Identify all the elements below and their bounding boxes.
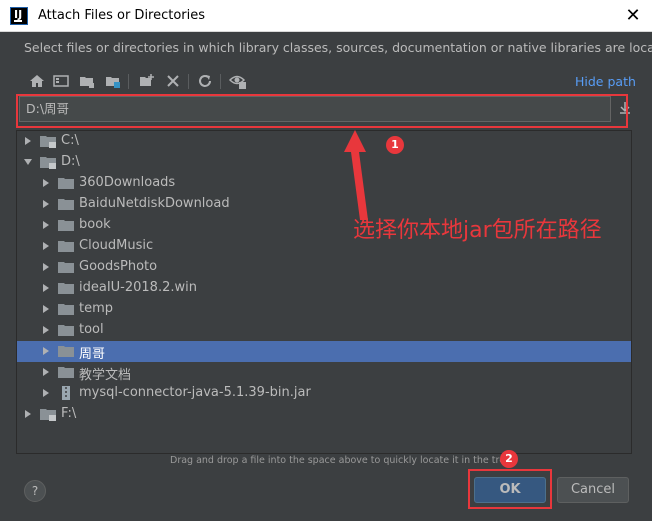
dialog-description: Select files or directories in which lib… (24, 40, 652, 55)
tree-drive-row[interactable]: C:\ (17, 131, 631, 152)
chevron-right-icon[interactable] (41, 283, 51, 293)
project-icon[interactable] (78, 72, 96, 90)
folder-icon (58, 220, 74, 231)
new-folder-icon[interactable] (138, 72, 156, 90)
tree-folder-row[interactable]: temp (17, 299, 631, 320)
tree-item-label: 360Downloads (79, 175, 176, 190)
chevron-down-icon[interactable] (23, 157, 33, 167)
folder-icon (58, 178, 74, 189)
toolbar-separator (128, 74, 129, 89)
tree-item-label: mysql-connector-java-5.1.39-bin.jar (79, 385, 311, 400)
module-icon[interactable] (104, 72, 122, 90)
cancel-button[interactable]: Cancel (557, 477, 629, 503)
drive-folder-icon (40, 157, 56, 169)
tree-item-label: F:\ (61, 406, 77, 421)
tree-item-label: book (79, 217, 111, 232)
chevron-right-icon[interactable] (41, 241, 51, 251)
chevron-right-icon[interactable] (41, 220, 51, 230)
folder-icon (58, 325, 74, 336)
tree-item-label: tool (79, 322, 104, 337)
drag-drop-hint: Drag and drop a file into the space abov… (170, 455, 511, 466)
annotation-text: 选择你本地jar包所在路径 (353, 218, 602, 243)
folder-icon (58, 241, 74, 252)
tree-drive-row[interactable]: D:\ (17, 152, 631, 173)
toolbar-separator (188, 74, 189, 89)
tree-item-label: CloudMusic (79, 238, 154, 253)
tree-folder-row[interactable]: 360Downloads (17, 173, 631, 194)
tree-item-label: temp (79, 301, 114, 316)
delete-icon[interactable] (164, 72, 182, 90)
chevron-right-icon[interactable] (41, 367, 51, 377)
tree-item-label: 周哥 (79, 347, 106, 362)
desktop-icon[interactable] (52, 72, 70, 90)
folder-icon (58, 304, 74, 315)
drive-folder-icon (40, 136, 56, 148)
tree-file-row[interactable]: mysql-connector-java-5.1.39-bin.jar (17, 383, 631, 404)
chevron-right-icon[interactable] (41, 304, 51, 314)
tree-item-label: BaiduNetdiskDownload (79, 196, 230, 211)
tree-item-label: GoodsPhoto (79, 259, 158, 274)
tree-folder-row[interactable]: GoodsPhoto (17, 257, 631, 278)
tree-item-label: 教学文档 (79, 368, 132, 383)
chevron-right-icon[interactable] (41, 199, 51, 209)
help-button[interactable]: ? (24, 480, 46, 502)
step-1-badge: 1 (386, 136, 404, 154)
intellij-app-icon: IJ (10, 7, 28, 25)
tree-item-label: D:\ (61, 154, 80, 169)
tree-folder-row[interactable]: ideaIU-2018.2.win (17, 278, 631, 299)
folder-icon (58, 283, 74, 294)
folder-icon (58, 367, 74, 378)
window-title: Attach Files or Directories (38, 8, 206, 23)
chevron-right-icon[interactable] (23, 136, 33, 146)
folder-icon (58, 199, 74, 210)
toolbar-separator (220, 74, 221, 89)
home-icon[interactable] (28, 72, 46, 90)
tree-drive-row[interactable]: F:\ (17, 404, 631, 425)
tree-item-label: ideaIU-2018.2.win (79, 280, 197, 295)
tree-item-label: C:\ (61, 133, 79, 148)
file-tree[interactable]: C:\ D:\ 360Downloads BaiduNetdiskDownload bo… (16, 130, 632, 454)
chevron-right-icon[interactable] (41, 346, 51, 356)
path-row: D:\周哥 (16, 94, 636, 130)
tree-folder-row[interactable]: tool (17, 320, 631, 341)
hide-path-link[interactable]: Hide path (575, 74, 636, 89)
folder-icon (58, 262, 74, 273)
title-bar: IJ Attach Files or Directories ✕ (0, 0, 652, 32)
tree-folder-row[interactable]: 教学文档 (17, 362, 631, 383)
jar-file-icon (62, 386, 70, 400)
chevron-right-icon[interactable] (41, 262, 51, 272)
chevron-right-icon[interactable] (41, 178, 51, 188)
drive-folder-icon (40, 409, 56, 421)
chevron-right-icon[interactable] (23, 409, 33, 419)
chevron-right-icon[interactable] (41, 325, 51, 335)
refresh-icon[interactable] (196, 72, 214, 90)
tree-folder-row[interactable]: 周哥 (17, 341, 631, 362)
path-annotation-frame (16, 94, 628, 128)
show-hidden-icon[interactable] (229, 72, 247, 90)
folder-icon (58, 346, 74, 357)
close-button[interactable]: ✕ (622, 5, 644, 27)
chevron-right-icon[interactable] (41, 388, 51, 398)
ok-button[interactable]: OK (474, 477, 546, 503)
annotation-arrow (344, 130, 368, 220)
step-2-badge: 2 (500, 450, 518, 468)
file-chooser-toolbar (24, 72, 584, 92)
